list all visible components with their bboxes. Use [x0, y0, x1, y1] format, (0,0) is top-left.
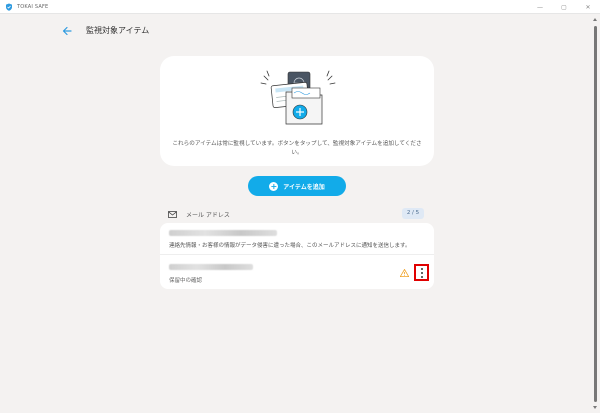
app-title: TOKAI SAFE	[17, 3, 49, 10]
more-options-button[interactable]	[414, 264, 429, 281]
window-controls: — ▢ ✕	[528, 0, 600, 14]
scroll-up-arrow-icon[interactable]	[593, 18, 597, 21]
email-section-header: メール アドレス 2 / 5	[168, 208, 426, 220]
email-address-redacted	[169, 230, 277, 236]
email-address-redacted	[169, 264, 253, 270]
warning-icon	[400, 269, 409, 277]
pending-status: 保留中の確認	[169, 278, 203, 284]
scroll-thumb[interactable]	[594, 26, 597, 402]
add-item-label: アイテムを追加	[283, 183, 325, 191]
mail-icon	[168, 210, 177, 218]
count-badge: 2 / 5	[402, 208, 424, 219]
add-item-button[interactable]: + アイテムを追加	[248, 176, 346, 196]
vertical-scrollbar[interactable]	[590, 14, 600, 413]
title-bar: TOKAI SAFE — ▢ ✕	[0, 0, 600, 14]
page-title: 監視対象アイテム	[86, 26, 150, 35]
close-button[interactable]: ✕	[576, 0, 600, 14]
scroll-down-arrow-icon[interactable]	[593, 406, 597, 409]
maximize-button[interactable]: ▢	[552, 0, 576, 14]
section-title: メール アドレス	[186, 211, 230, 219]
back-arrow-icon[interactable]	[60, 24, 74, 38]
info-card: これらのアイテムは常に監視しています。ボタンをタップして、監視対象アイテムを追加…	[160, 56, 434, 166]
more-vertical-icon	[420, 267, 423, 279]
plus-circle-icon: +	[269, 181, 279, 191]
email-list: 連絡先情報・お客様の情報がデータ侵害に遭った場合、このメールアドレスに通知を送信…	[160, 223, 434, 289]
monitor-documents-illustration	[258, 66, 338, 130]
info-description: これらのアイテムは常に監視しています。ボタンをタップして、監視対象アイテムを追加…	[172, 141, 422, 156]
list-item[interactable]: 連絡先情報・お客様の情報がデータ侵害に遭った場合、このメールアドレスに通知を送信…	[160, 223, 434, 255]
email-description: 連絡先情報・お客様の情報がデータ侵害に遭った場合、このメールアドレスに通知を送信…	[169, 243, 411, 249]
list-item[interactable]: 保留中の確認	[160, 256, 434, 289]
minimize-button[interactable]: —	[528, 0, 552, 14]
shield-logo-icon	[5, 3, 13, 11]
